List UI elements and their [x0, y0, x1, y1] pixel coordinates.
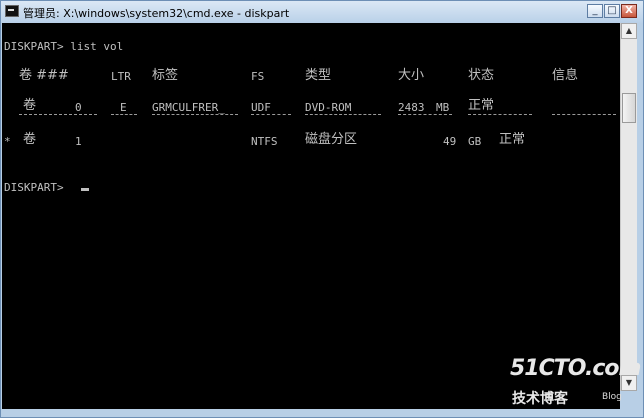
header-info: 信息: [552, 68, 579, 83]
watermark: 51CTO.com 技术博客 Blog: [510, 356, 641, 416]
watermark-blog: Blog: [602, 392, 622, 402]
row-size-unit: MB: [436, 101, 450, 114]
header-fs: FS: [251, 70, 265, 83]
row-fs: UDF: [251, 101, 271, 114]
row-size-value: 49: [443, 135, 457, 148]
final-prompt: DISKPART>: [4, 181, 71, 194]
scroll-up-arrow-icon[interactable]: ▲: [621, 23, 637, 39]
row-selected-marker: *: [4, 135, 11, 148]
header-ltr: LTR: [111, 70, 131, 83]
row-status: 正常: [499, 132, 526, 147]
row-label: GRMCULFRER_: [152, 101, 225, 114]
separator-ltr: [111, 114, 137, 116]
vertical-scrollbar[interactable]: ▲ ▼: [620, 23, 637, 391]
separator-vol: [19, 114, 97, 116]
row-fs: NTFS: [251, 135, 278, 148]
row-size-value: 2483: [398, 101, 425, 114]
header-size: 大小: [398, 68, 425, 83]
row-vol-word: 卷: [23, 98, 37, 113]
scroll-thumb[interactable]: [622, 93, 636, 123]
separator-label: [152, 114, 238, 116]
window-title: 管理员: X:\windows\system32\cmd.exe - diskp…: [23, 7, 290, 20]
header-vol: 卷 ###: [19, 68, 69, 83]
row-type: 磁盘分区: [305, 132, 358, 147]
header-status: 状态: [468, 68, 495, 83]
row-type: DVD-ROM: [305, 101, 352, 114]
cmd-app-icon[interactable]: [5, 5, 19, 17]
row-size-unit: GB: [468, 135, 482, 148]
watermark-subtitle: 技术博客: [512, 391, 568, 407]
row-status: 正常: [468, 98, 495, 113]
text-cursor: [81, 188, 89, 191]
minimize-button[interactable]: _: [587, 4, 603, 18]
separator-fs: [251, 114, 291, 116]
close-button[interactable]: X: [621, 4, 637, 18]
console-output[interactable]: DISKPART> list vol 卷 ### LTR 标签 FS 类型 大小…: [2, 23, 620, 409]
separator-info: [552, 114, 616, 116]
command-line: DISKPART> list vol: [4, 40, 124, 53]
separator-type: [305, 114, 381, 116]
row-vol-word: 卷: [23, 132, 37, 147]
watermark-logo: 51CTO.com: [510, 356, 641, 381]
row-vol-number: 1: [75, 135, 82, 148]
separator-size: [398, 114, 452, 116]
header-type: 类型: [305, 68, 332, 83]
maximize-button[interactable]: □: [604, 4, 620, 18]
row-ltr: E: [120, 101, 127, 114]
row-vol-number: 0: [75, 101, 82, 114]
separator-status: [468, 114, 532, 116]
header-label: 标签: [152, 68, 179, 83]
title-bar[interactable]: 管理员: X:\windows\system32\cmd.exe - diskp…: [1, 1, 643, 23]
